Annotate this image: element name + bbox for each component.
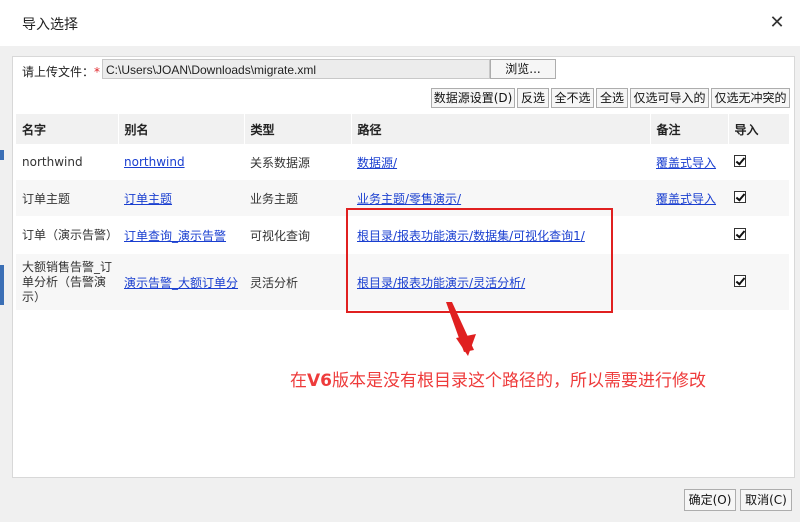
- cell-import: [728, 180, 789, 216]
- cell-path: 数据源/: [351, 144, 650, 180]
- highlight-box: [346, 208, 613, 313]
- column-header-note[interactable]: 备注: [650, 114, 729, 144]
- cell-import: [728, 144, 789, 180]
- column-header-import[interactable]: 导入: [728, 114, 790, 144]
- import-checkbox[interactable]: [734, 154, 746, 167]
- cell-import: [728, 216, 789, 254]
- ok-button[interactable]: 确定(O): [684, 489, 736, 511]
- cell-name: 大额销售告警_订单分析（告警演示）: [16, 254, 118, 310]
- cell-note: [650, 216, 728, 254]
- path-link[interactable]: 业务主题/零售演示/: [357, 192, 461, 206]
- import-selection-dialog: 导入选择 ✕ 请上传文件：* C:\Users\JOAN\Downloads\m…: [0, 0, 800, 522]
- cell-alias: northwind: [118, 144, 244, 180]
- annotation-suffix: 版本是没有根目录这个路径的，所以需要进行修改: [332, 371, 706, 391]
- browse-button[interactable]: 浏览...: [490, 59, 556, 79]
- note-link[interactable]: 覆盖式导入: [656, 156, 716, 170]
- cell-name: 订单（演示告警）: [22, 227, 118, 242]
- background-strip: [0, 150, 4, 160]
- required-mark: *: [94, 65, 101, 79]
- cell-name: 订单主题: [16, 180, 118, 216]
- annotation-arrow-icon: [446, 302, 476, 356]
- column-header-alias[interactable]: 别名: [118, 114, 245, 144]
- select-no-conflict-button[interactable]: 仅选无冲突的: [711, 88, 790, 108]
- select-importable-button[interactable]: 仅选可导入的: [630, 88, 709, 108]
- cell-alias: 订单主题: [118, 180, 244, 216]
- column-header-type[interactable]: 类型: [244, 114, 352, 144]
- alias-link[interactable]: 演示告警_大额订单分: [124, 276, 238, 290]
- cancel-button[interactable]: 取消(C): [740, 489, 792, 511]
- alias-link[interactable]: northwind: [124, 155, 185, 169]
- cell-type: 灵活分析: [244, 254, 351, 310]
- cell-type: 关系数据源: [250, 155, 311, 170]
- close-icon[interactable]: ✕: [766, 12, 788, 34]
- select-none-button[interactable]: 全不选: [551, 88, 594, 108]
- cell-note: 覆盖式导入: [650, 144, 728, 180]
- background-strip: [0, 265, 4, 305]
- cell-type: 可视化查询: [250, 228, 311, 243]
- cell-alias: 订单查询_演示告警: [118, 216, 244, 254]
- column-header-name[interactable]: 名字: [16, 114, 119, 144]
- path-link[interactable]: 数据源/: [357, 156, 397, 170]
- import-checkbox[interactable]: [734, 227, 746, 240]
- import-checkbox[interactable]: [734, 274, 746, 287]
- upload-label-text: 请上传文件：: [22, 65, 95, 79]
- table-row[interactable]: northwind northwind 关系数据源 数据源/ 覆盖式导入: [16, 144, 789, 180]
- cell-note: [650, 254, 728, 310]
- note-link[interactable]: 覆盖式导入: [656, 192, 716, 206]
- file-path-input[interactable]: C:\Users\JOAN\Downloads\migrate.xml: [102, 59, 490, 79]
- alias-link[interactable]: 订单主题: [124, 192, 172, 206]
- dialog-title: 导入选择: [22, 17, 78, 33]
- upload-label: 请上传文件：*: [22, 63, 100, 80]
- invert-selection-button[interactable]: 反选: [517, 88, 549, 108]
- import-checkbox[interactable]: [734, 190, 746, 203]
- table-header-row: 名字 别名 类型 路径 备注 导入: [16, 114, 790, 144]
- column-header-path[interactable]: 路径: [351, 114, 651, 144]
- alias-link[interactable]: 订单查询_演示告警: [124, 229, 226, 243]
- dialog-titlebar: 导入选择 ✕: [0, 0, 800, 46]
- cell-note: 覆盖式导入: [650, 180, 728, 216]
- datasource-settings-button[interactable]: 数据源设置(D): [431, 88, 515, 108]
- select-all-button[interactable]: 全选: [596, 88, 628, 108]
- annotation-version: V6: [307, 371, 332, 391]
- cell-import: [728, 254, 789, 310]
- cell-type: 业务主题: [244, 180, 351, 216]
- annotation-prefix: 在: [290, 371, 307, 391]
- annotation-text: 在V6版本是没有根目录这个路径的，所以需要进行修改: [290, 366, 706, 391]
- cell-name: northwind: [22, 155, 83, 169]
- cell-alias: 演示告警_大额订单分: [118, 254, 244, 310]
